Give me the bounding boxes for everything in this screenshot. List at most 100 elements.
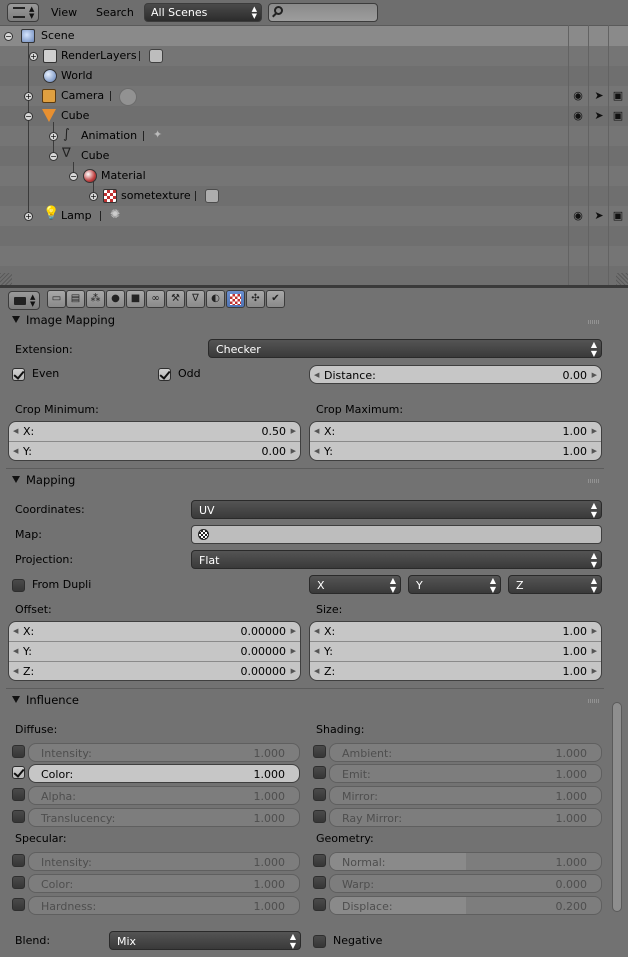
crop-max-x-field[interactable]: ◀ X: 1.00 ▶ [310,422,601,442]
uv-map-field[interactable] [191,525,602,544]
decrement-arrow-icon[interactable]: ◀ [13,422,18,441]
from-dupli-checkbox[interactable] [12,579,25,592]
even-checkbox[interactable] [12,368,25,381]
expand-toggle[interactable]: + [24,92,33,101]
diffuse-alpha-slider[interactable]: Alpha: 1.000 [28,786,300,805]
increment-arrow-icon[interactable]: ▶ [592,622,597,641]
shading-emit-checkbox[interactable] [313,766,326,779]
camera-data-icon[interactable] [119,88,137,106]
blend-select[interactable]: Mix ▲ ▼ [109,931,301,950]
editor-type-button[interactable]: ▲ ▼ [7,3,39,22]
specular-color-slider[interactable]: Color: 1.000 [28,874,300,893]
projection-select[interactable]: Flat ▲ ▼ [191,550,602,569]
specular-hardness-checkbox[interactable] [12,898,25,911]
diffuse-color-slider[interactable]: Color: 1.000 [28,764,300,783]
geometry-normal-checkbox[interactable] [313,854,326,867]
size-x-field[interactable]: ◀ X: 1.00 ▶ [310,622,601,642]
constraints-tab[interactable]: ∞ [146,290,165,308]
collapse-toggle[interactable]: − [4,32,13,41]
offset-x-field[interactable]: ◀ X: 0.00000 ▶ [9,622,300,642]
increment-arrow-icon[interactable]: ▶ [291,422,296,441]
render-camera-icon[interactable]: ▣ [612,90,624,102]
diffuse-translucency-checkbox[interactable] [12,810,25,823]
image-mapping-panel-header[interactable]: Image Mapping [12,311,115,329]
eye-icon[interactable]: ◉ [572,110,584,122]
size-y-field[interactable]: ◀ Y: 1.00 ▶ [310,642,601,662]
diffuse-intensity-checkbox[interactable] [12,745,25,758]
geometry-displace-checkbox[interactable] [313,898,326,911]
display-mode-select[interactable]: All Scenes ▲ ▼ [144,3,262,22]
shading-mirror-slider[interactable]: Mirror: 1.000 [329,786,602,805]
shading-emit-slider[interactable]: Emit: 1.000 [329,764,602,783]
diffuse-intensity-slider[interactable]: Intensity: 1.000 [28,743,300,762]
panel-drag-grip[interactable] [588,320,599,324]
action-icon[interactable]: ✦ [153,129,162,141]
expand-toggle[interactable]: + [24,212,33,221]
coordinates-select[interactable]: UV ▲ ▼ [191,500,602,519]
render-layer-icon[interactable] [149,49,163,63]
crop-max-y-field[interactable]: ◀ Y: 1.00 ▶ [310,442,601,460]
offset-y-field[interactable]: ◀ Y: 0.00000 ▶ [9,642,300,662]
render-tab[interactable]: ▭ [47,290,66,308]
mapping-panel-header[interactable]: Mapping [12,471,75,489]
distance-field[interactable]: ◀ Distance: 0.00 ▶ [309,365,602,384]
decrement-arrow-icon[interactable]: ◀ [13,662,18,680]
negative-checkbox[interactable] [313,935,326,948]
decrement-arrow-icon[interactable]: ◀ [13,622,18,641]
increment-arrow-icon[interactable]: ▶ [592,422,597,441]
specular-intensity-checkbox[interactable] [12,854,25,867]
extension-select[interactable]: Checker ▲ ▼ [208,339,602,358]
decrement-arrow-icon[interactable]: ◀ [314,366,319,385]
shading-ray-mirror-slider[interactable]: Ray Mirror: 1.000 [329,808,602,827]
diffuse-translucency-slider[interactable]: Translucency: 1.000 [28,808,300,827]
specular-intensity-slider[interactable]: Intensity: 1.000 [28,852,300,871]
cursor-select-icon[interactable]: ➤ [593,110,605,122]
outliner-row-lamp[interactable] [0,206,628,226]
collapse-toggle[interactable]: − [24,112,33,121]
crop-min-y-field[interactable]: ◀ Y: 0.00 ▶ [9,442,300,460]
specular-color-checkbox[interactable] [12,876,25,889]
editor-type-button[interactable]: ▲ ▼ [8,291,40,310]
cursor-select-icon[interactable]: ➤ [593,90,605,102]
mapping-x-select[interactable]: X ▲ ▼ [309,575,401,594]
size-z-field[interactable]: ◀ Z: 1.00 ▶ [310,662,601,680]
increment-arrow-icon[interactable]: ▶ [291,662,296,680]
geometry-warp-checkbox[interactable] [313,876,326,889]
render-camera-icon[interactable]: ▣ [612,210,624,222]
render-layers-tab[interactable]: ▤ [66,290,85,308]
cursor-select-icon[interactable]: ➤ [593,210,605,222]
physics-tab[interactable]: ✔ [266,290,285,308]
diffuse-color-checkbox[interactable] [12,766,25,779]
geometry-warp-slider[interactable]: Warp: 0.000 [329,874,602,893]
outliner-row-scene[interactable] [0,26,628,46]
shading-mirror-checkbox[interactable] [313,788,326,801]
material-tab[interactable]: ◐ [206,290,225,308]
eye-icon[interactable]: ◉ [572,210,584,222]
mapping-y-select[interactable]: Y ▲ ▼ [408,575,501,594]
world-tab[interactable]: ● [106,290,125,308]
offset-z-field[interactable]: ◀ Z: 0.00000 ▶ [9,662,300,680]
decrement-arrow-icon[interactable]: ◀ [314,642,319,661]
increment-arrow-icon[interactable]: ▶ [291,642,296,661]
expand-toggle[interactable]: + [29,52,38,61]
lamp-data-icon[interactable]: ✺ [110,208,120,221]
data-tab[interactable]: ∇ [186,290,205,308]
outliner-row-world[interactable] [0,66,628,86]
texture-tab[interactable] [226,290,245,308]
decrement-arrow-icon[interactable]: ◀ [314,442,319,460]
increment-arrow-icon[interactable]: ▶ [592,442,597,460]
specular-hardness-slider[interactable]: Hardness: 1.000 [28,896,300,915]
decrement-arrow-icon[interactable]: ◀ [13,442,18,460]
influence-panel-header[interactable]: Influence [12,691,79,709]
odd-checkbox[interactable] [158,368,171,381]
eye-icon[interactable]: ◉ [572,90,584,102]
image-icon[interactable] [205,189,219,203]
area-resize-grip[interactable] [0,273,12,285]
expand-toggle[interactable]: + [49,132,58,141]
search-menu[interactable]: Search [96,4,134,21]
diffuse-alpha-checkbox[interactable] [12,788,25,801]
expand-toggle[interactable]: + [89,192,98,201]
shading-ambient-checkbox[interactable] [313,745,326,758]
mapping-z-select[interactable]: Z ▲ ▼ [508,575,602,594]
crop-min-x-field[interactable]: ◀ X: 0.50 ▶ [9,422,300,442]
